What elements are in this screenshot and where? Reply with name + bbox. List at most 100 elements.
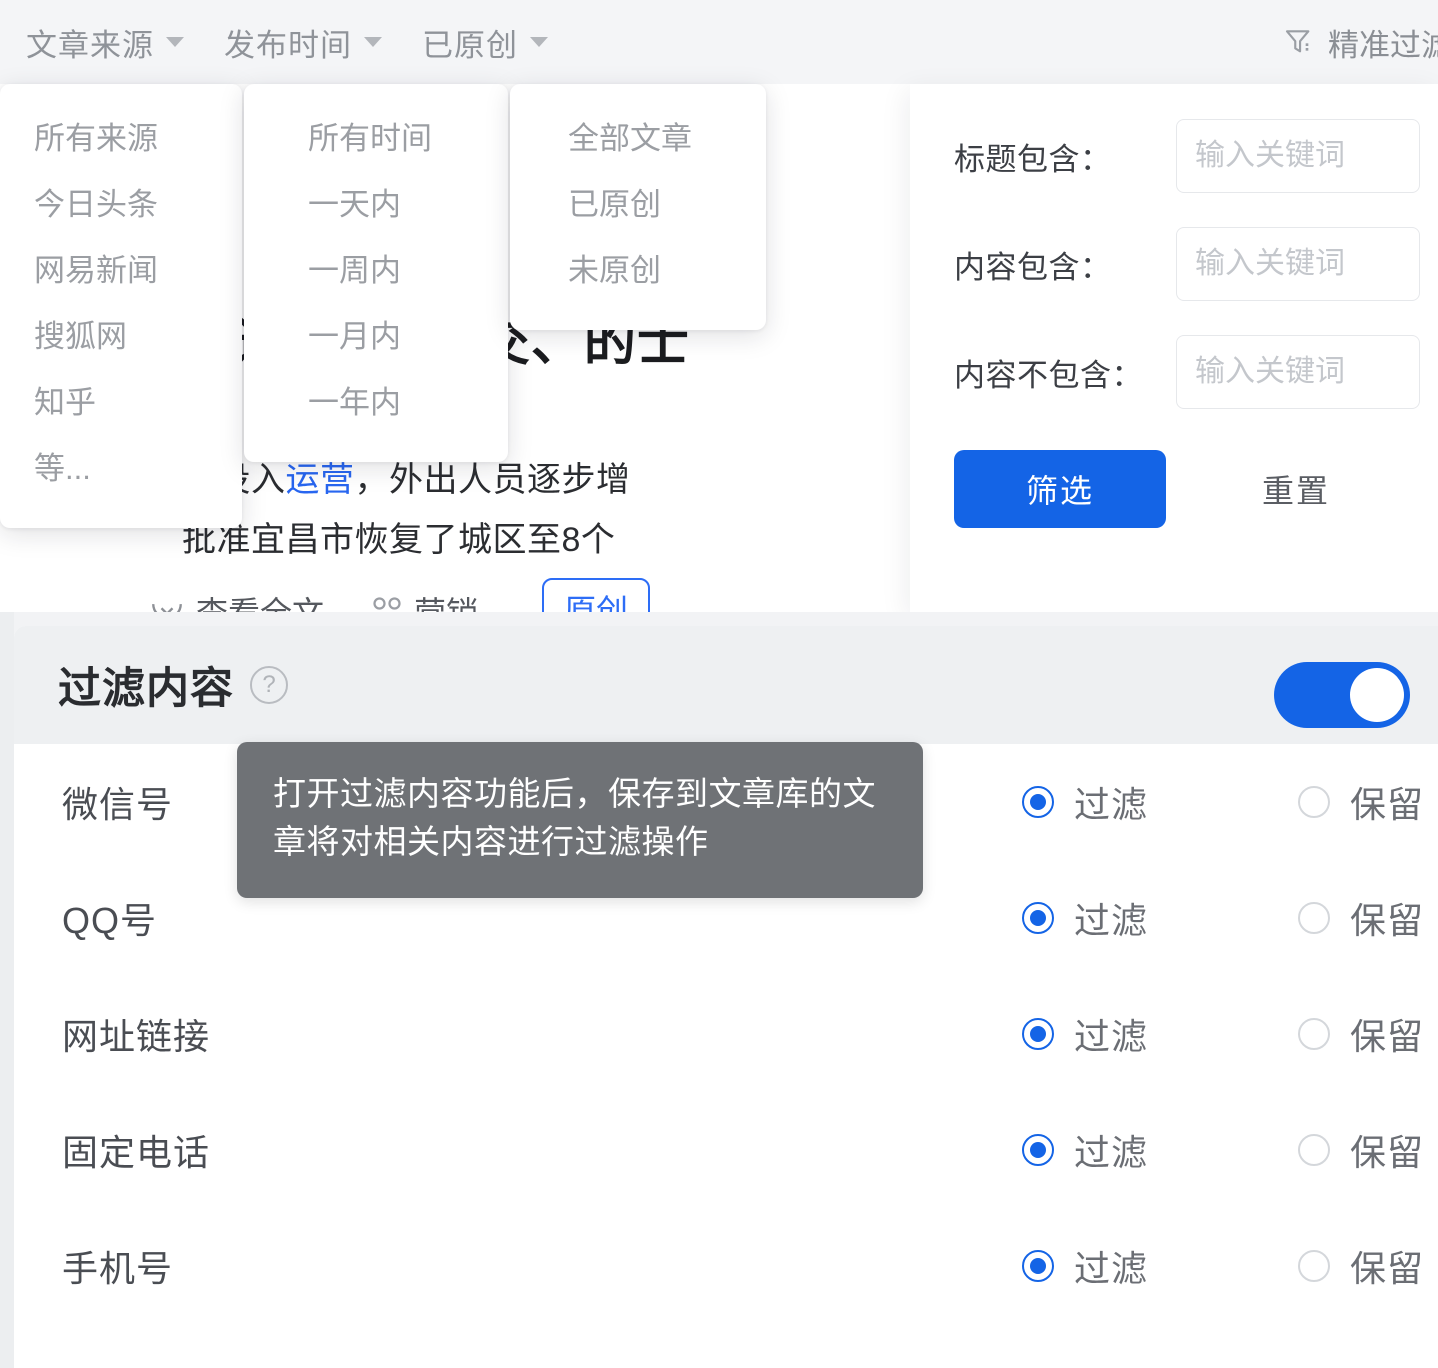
radio-filter-wechat[interactable]: 过滤 [1022,776,1148,828]
top-filter-bar: 文章来源 发布时间 已原创 精准过滤 [0,0,1438,84]
radio-filter-qq[interactable]: 过滤 [1022,892,1148,944]
filter-content-header: 过滤内容 ? [14,626,1438,744]
radio-label-filter: 过滤 [1074,1008,1148,1060]
precise-filter-panel: 标题包含： 内容包含： 内容不包含： 筛选 重置 [910,84,1438,612]
radio-label-keep: 保留 [1350,1008,1424,1060]
radio-dot [1298,1134,1330,1166]
section-divider [0,612,1438,626]
dropdown-option-source-3[interactable]: 搜狐网 [0,304,242,370]
left-rail [0,612,14,1368]
dropdown-menu-time: 所有时间 一天内 一周内 一月内 一年内 [244,84,508,462]
filter-field-content-label: 内容包含： [954,242,1176,287]
radio-keep-qq[interactable]: 保留 [1298,892,1424,944]
toggle-knob [1350,668,1404,722]
article-body-post: ，外出人员逐步增 [355,461,631,499]
dropdown-option-original-2[interactable]: 未原创 [510,238,766,304]
dropdown-option-time-2[interactable]: 一周内 [244,238,508,304]
filter-row-options: 过滤 保留 [1022,1008,1424,1060]
radio-dot-selected [1022,1134,1054,1166]
filter-row-options: 过滤 保留 [1022,1124,1424,1176]
filter-panel-actions: 筛选 重置 [910,450,1438,528]
radio-dot [1298,786,1330,818]
app-root: 文章来源 发布时间 已原创 精准过滤 普 [0,0,1438,1368]
filter-row-options: 过滤 保留 [1022,776,1424,828]
radio-dot-selected [1022,1250,1054,1282]
reset-filter-button[interactable]: 重置 [1262,466,1330,512]
funnel-icon [1282,26,1316,58]
filter-content-toggle[interactable] [1274,662,1410,728]
dropdown-option-source-2[interactable]: 网易新闻 [0,238,242,304]
content-contains-input[interactable] [1176,227,1420,301]
dropdown-menu-source: 所有来源 今日头条 网易新闻 搜狐网 知乎 等... [0,84,242,528]
article-body: 士投入运营，外出人员逐步增 批准宜昌市恢复了城区至8个 [182,450,631,570]
filter-row-label: 网址链接 [62,1008,1022,1060]
dropdown-trigger-time-label: 发布时间 [224,20,352,65]
dropdown-menu-original: 全部文章 已原创 未原创 [510,84,766,330]
radio-label-filter: 过滤 [1074,1240,1148,1292]
radio-label-keep: 保留 [1350,776,1424,828]
article-body-highlight: 运营 [286,461,355,499]
radio-label-filter: 过滤 [1074,1124,1148,1176]
radio-dot [1298,1250,1330,1282]
filter-field-content-exclude-label: 内容不包含： [954,350,1176,395]
radio-dot [1298,1018,1330,1050]
filter-row-options: 过滤 保留 [1022,1240,1424,1292]
radio-filter-mobile[interactable]: 过滤 [1022,1240,1148,1292]
dropdown-option-source-5[interactable]: 等... [0,436,242,502]
title-contains-input[interactable] [1176,119,1420,193]
filter-row-options: 过滤 保留 [1022,892,1424,944]
filter-row-label: 手机号 [62,1240,1022,1292]
dropdown-trigger-original[interactable]: 已原创 [422,20,548,65]
filter-row-label: 固定电话 [62,1124,1022,1176]
dropdown-option-source-1[interactable]: 今日头条 [0,172,242,238]
radio-label-keep: 保留 [1350,1124,1424,1176]
filter-row-url: 网址链接 过滤 保留 [14,976,1438,1092]
filter-content-title: 过滤内容 [58,654,234,716]
dropdown-option-original-1[interactable]: 已原创 [510,172,766,238]
radio-keep-wechat[interactable]: 保留 [1298,776,1424,828]
radio-filter-url[interactable]: 过滤 [1022,1008,1148,1060]
chevron-down-icon [530,37,548,47]
radio-label-filter: 过滤 [1074,776,1148,828]
dropdown-option-time-1[interactable]: 一天内 [244,172,508,238]
content-excludes-input[interactable] [1176,335,1420,409]
filter-row-label: QQ号 [62,892,1022,944]
top-filter-bar-right: 精准过滤 [1282,0,1438,84]
filter-content-tooltip: 打开过滤内容功能后，保存到文章库的文章将对相关内容进行过滤操作 [237,742,923,898]
dropdown-trigger-source-label: 文章来源 [26,20,154,65]
dropdown-trigger-source[interactable]: 文章来源 [26,20,184,65]
dropdown-option-source-0[interactable]: 所有来源 [0,106,242,172]
radio-dot [1298,902,1330,934]
dropdown-trigger-original-label: 已原创 [422,20,518,65]
question-mark-icon[interactable]: ? [250,666,288,704]
filter-field-content: 内容包含： [910,210,1438,318]
radio-label-keep: 保留 [1350,1240,1424,1292]
radio-dot-selected [1022,786,1054,818]
filter-row-mobile: 手机号 过滤 保留 [14,1208,1438,1324]
radio-dot-selected [1022,1018,1054,1050]
dropdown-option-time-3[interactable]: 一月内 [244,304,508,370]
radio-label-filter: 过滤 [1074,892,1148,944]
dropdown-option-source-4[interactable]: 知乎 [0,370,242,436]
radio-dot-selected [1022,902,1054,934]
article-body-line2: 批准宜昌市恢复了城区至8个 [182,521,615,559]
radio-keep-mobile[interactable]: 保留 [1298,1240,1424,1292]
dropdown-trigger-time[interactable]: 发布时间 [224,20,382,65]
dropdown-option-time-0[interactable]: 所有时间 [244,106,508,172]
dropdown-option-time-4[interactable]: 一年内 [244,370,508,436]
filter-field-content-exclude: 内容不包含： [910,318,1438,426]
radio-keep-url[interactable]: 保留 [1298,1008,1424,1060]
dropdown-option-original-0[interactable]: 全部文章 [510,106,766,172]
submit-filter-button[interactable]: 筛选 [954,450,1166,528]
top-filter-group: 文章来源 发布时间 已原创 [0,20,548,65]
filter-content-panel: 过滤内容 ? 微信号 过滤 保留 [14,626,1438,1368]
chevron-down-icon [166,37,184,47]
precise-filter-label: 精准过滤 [1328,20,1438,65]
precise-filter-button[interactable]: 精准过滤 [1282,20,1438,65]
radio-label-keep: 保留 [1350,892,1424,944]
filter-row-landline: 固定电话 过滤 保留 [14,1092,1438,1208]
filter-field-title-label: 标题包含： [954,134,1176,179]
radio-keep-landline[interactable]: 保留 [1298,1124,1424,1176]
radio-filter-landline[interactable]: 过滤 [1022,1124,1148,1176]
chevron-down-icon [364,37,382,47]
